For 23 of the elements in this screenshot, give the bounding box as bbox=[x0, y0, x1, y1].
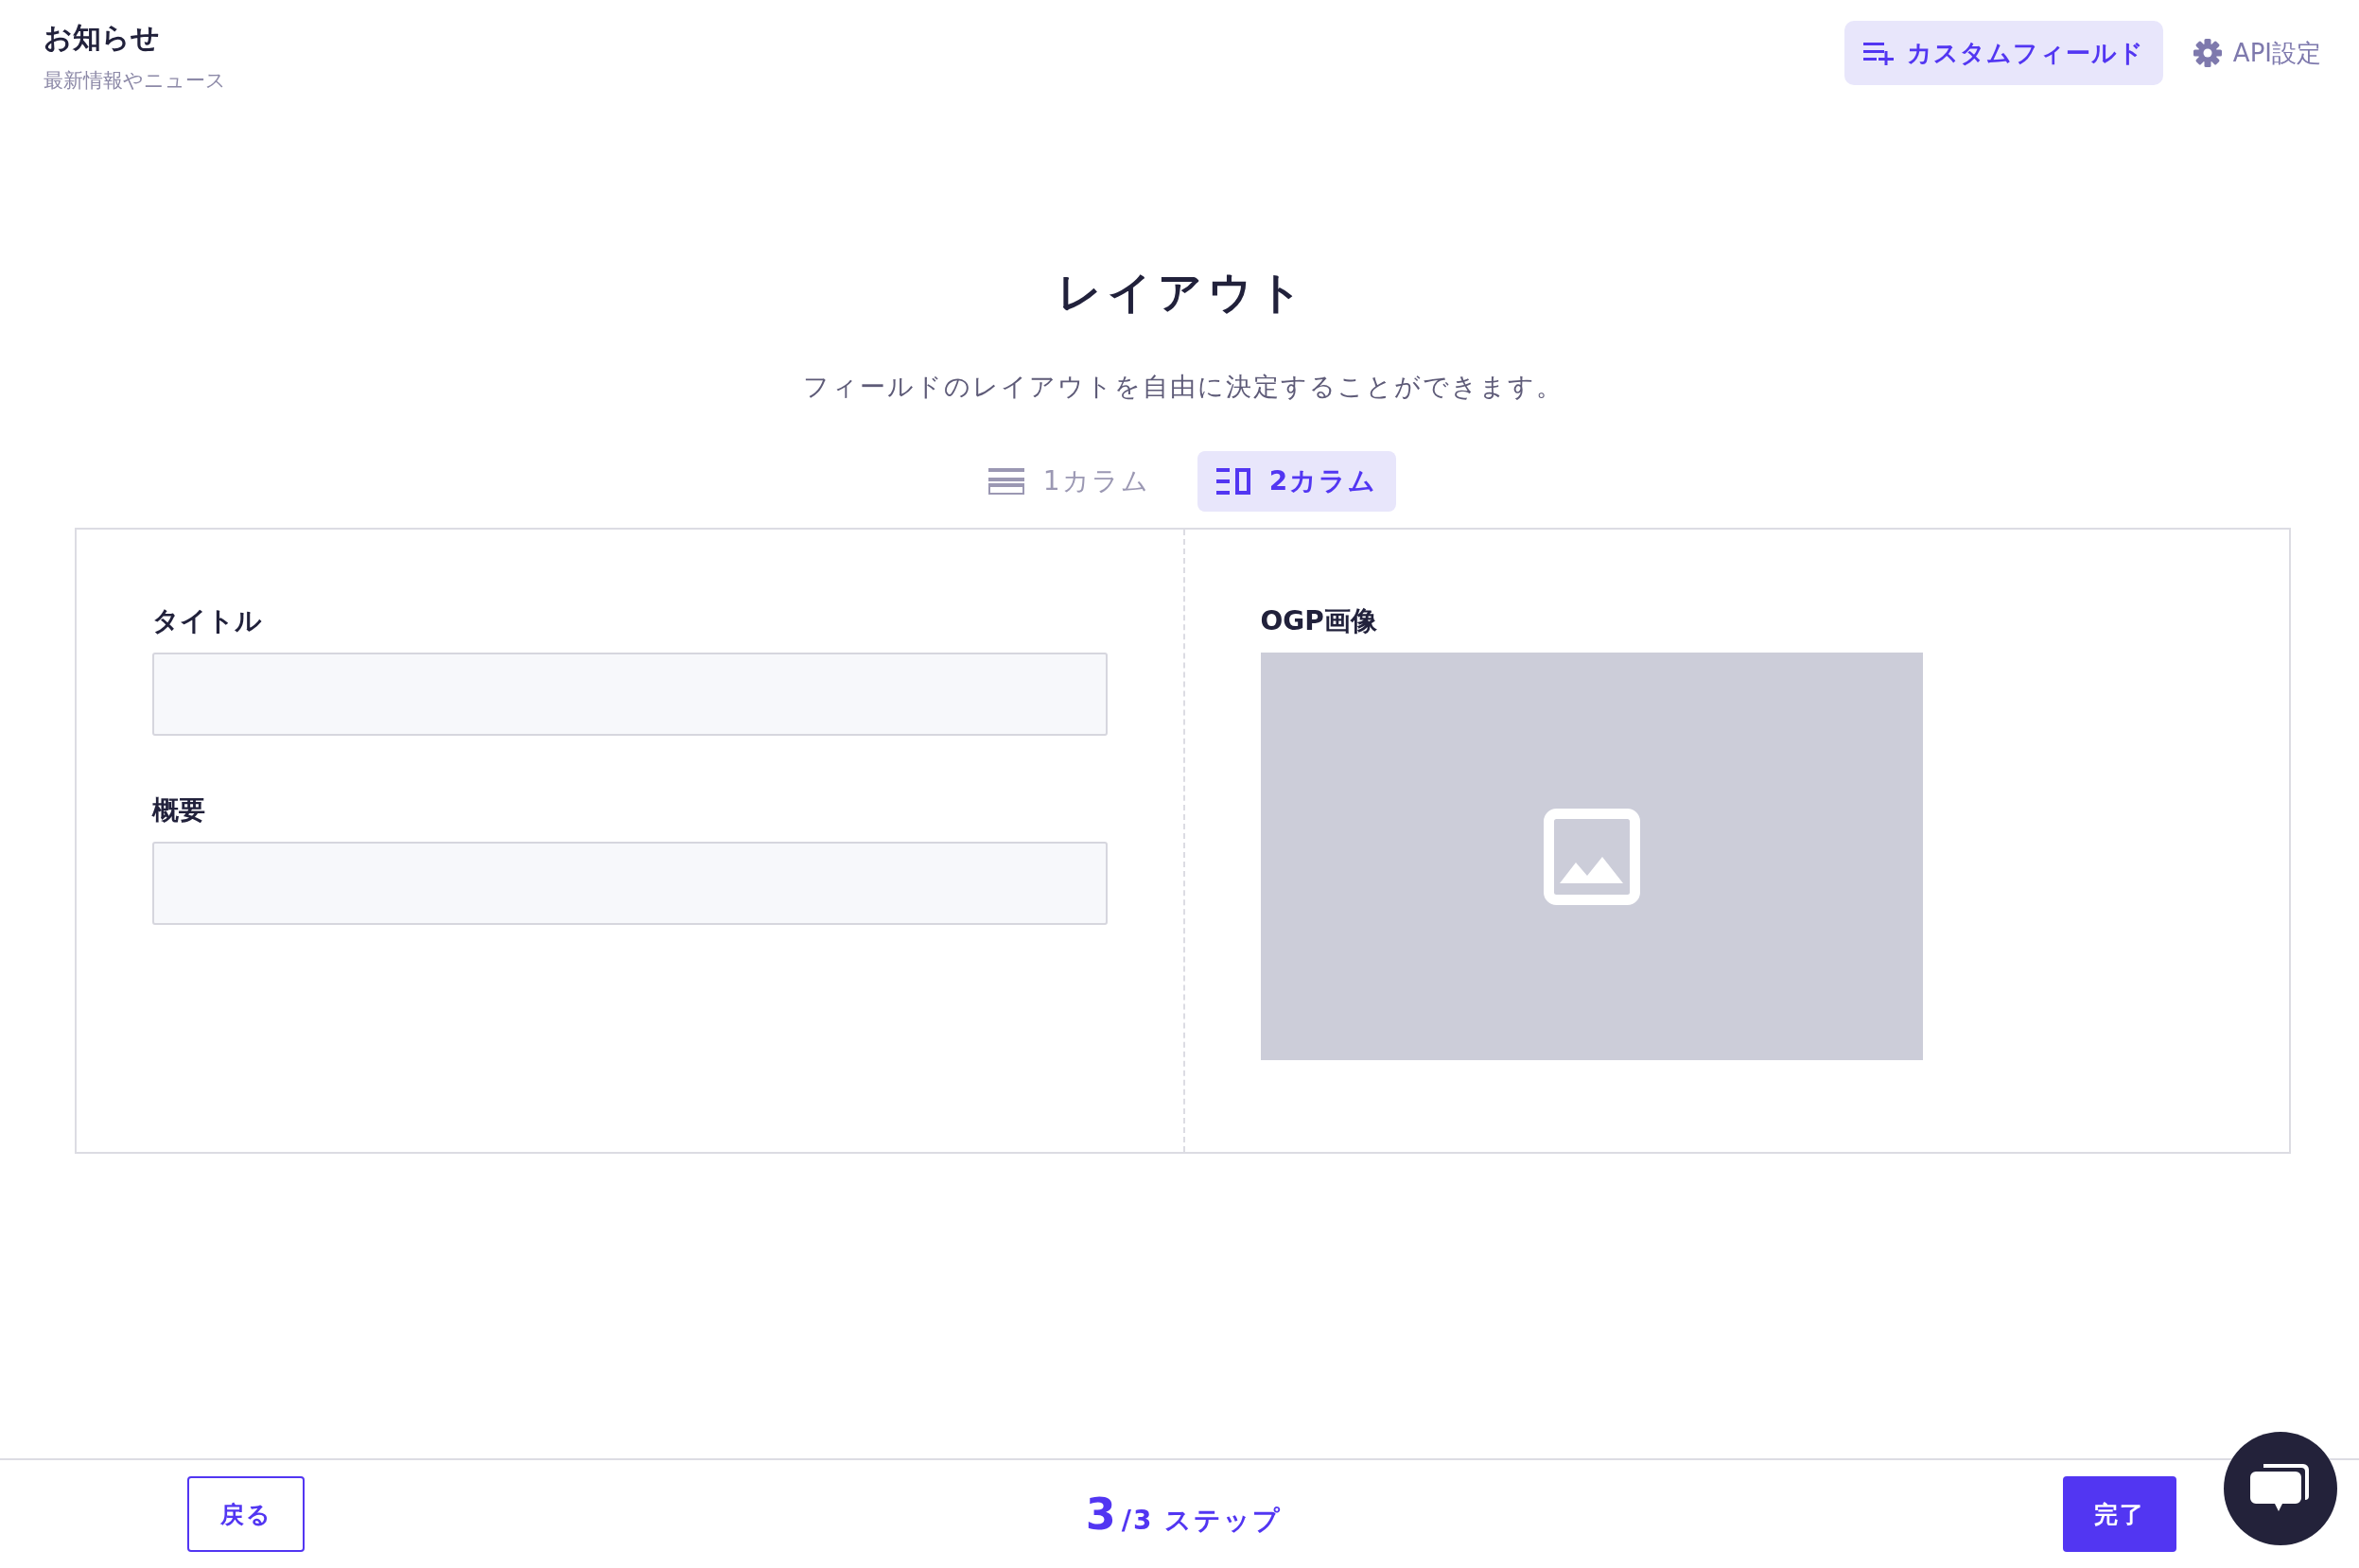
columns-icon bbox=[1215, 468, 1250, 495]
section-heading: レイアウト bbox=[1057, 266, 1308, 320]
step-number: 3 bbox=[1085, 1489, 1116, 1540]
page-subtitle: 最新情報やニュース bbox=[44, 68, 226, 94]
column-tab[interactable]: 2カラム bbox=[1197, 451, 1397, 512]
image-icon bbox=[1543, 808, 1640, 905]
settings-icon bbox=[2193, 39, 2222, 67]
done-button[interactable]: 完了 bbox=[2063, 1476, 2176, 1552]
api-settings-link[interactable]: API設定 bbox=[2193, 36, 2321, 70]
image-placeholder[interactable] bbox=[1260, 653, 1923, 1060]
rows-icon bbox=[987, 468, 1024, 495]
input-field[interactable] bbox=[152, 653, 1108, 736]
field-label: タイトル bbox=[152, 604, 263, 638]
field-label: OGP画像 bbox=[1260, 604, 1378, 638]
custom-field-button[interactable]: カスタムフィールド bbox=[1844, 21, 2163, 85]
step-total: /3 ステップ bbox=[1121, 1504, 1283, 1538]
section-description: フィールドのレイアウトを自由に決定することができます。 bbox=[802, 371, 1564, 403]
page-title: お知らせ bbox=[44, 20, 161, 56]
back-button[interactable]: 戻る bbox=[187, 1476, 305, 1552]
list-plus-icon bbox=[1862, 41, 1894, 65]
field-label: 概要 bbox=[152, 793, 206, 828]
column-tab[interactable]: 1カラム bbox=[969, 451, 1169, 512]
input-field[interactable] bbox=[152, 842, 1108, 925]
